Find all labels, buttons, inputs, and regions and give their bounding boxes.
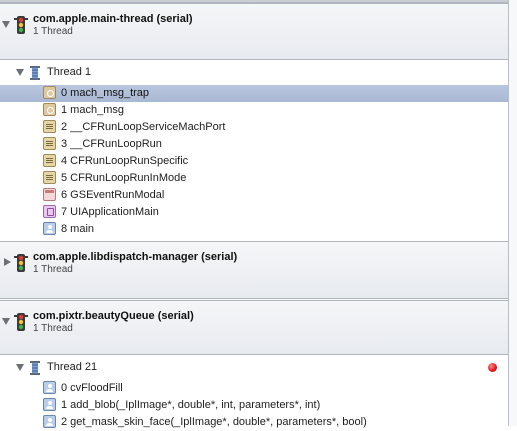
stack-frame-row[interactable]: 6 GSEventRunModal (0, 187, 509, 204)
queue-title: com.apple.main-thread (serial) (33, 13, 193, 25)
scrollbar-track[interactable] (508, 0, 517, 426)
thread-row[interactable]: Thread 1 (0, 62, 509, 84)
traffic-light-icon (14, 313, 28, 331)
stack-frame-label: 7 UIApplicationMain (61, 206, 159, 218)
stack-frame-row[interactable]: 0 cvFloodFill (0, 380, 509, 397)
thread-label: Thread 21 (47, 361, 98, 373)
stack-frame-label: 2 get_mask_skin_face(_IplImage*, double*… (61, 416, 367, 428)
stack-frame-label: 6 GSEventRunModal (61, 189, 165, 201)
list-icon (43, 120, 56, 133)
thread-row[interactable]: Thread 21 (0, 357, 509, 379)
stack-frame-label: 1 mach_msg (61, 104, 124, 116)
stack-frame-label: 8 main (61, 223, 95, 235)
traffic-light-icon (14, 16, 28, 34)
breakpoint-indicator-icon (488, 363, 497, 372)
disclosure-triangle-collapsed-icon[interactable] (4, 258, 11, 266)
stack-frame-row[interactable]: 5 CFRunLoopRunInMode (0, 170, 509, 187)
stack-frame-row[interactable]: 3 __CFRunLoopRun (0, 136, 509, 153)
stack-frame-row[interactable]: 8 main (0, 221, 509, 238)
disclosure-triangle-expanded-icon[interactable] (16, 69, 24, 76)
thread-label: Thread 1 (47, 66, 92, 78)
thread-spool-icon (30, 361, 40, 375)
user-icon (43, 398, 56, 411)
stack-frame-label: 2 __CFRunLoopServiceMachPort (61, 121, 226, 133)
stack-frame-label: 1 add_blob(_IplImage*, double*, int, par… (61, 399, 321, 411)
queue-thread-count: 1 Thread (33, 264, 73, 275)
stack-frame-label: 0 mach_msg_trap (61, 87, 150, 99)
stack-frame-row[interactable]: 7 UIApplicationMain (0, 204, 509, 221)
stack-frame-row[interactable]: 4 CFRunLoopRunSpecific (0, 153, 509, 170)
thread-spool-icon (30, 66, 40, 80)
stack-frame-row[interactable]: 2 get_mask_skin_face(_IplImage*, double*… (0, 414, 509, 431)
user-icon (43, 222, 56, 235)
queue-thread-count: 1 Thread (33, 26, 73, 37)
queue-title: com.apple.libdispatch-manager (serial) (33, 251, 238, 263)
list-icon (43, 154, 56, 167)
user-icon (43, 381, 56, 394)
stack-frame-label: 5 CFRunLoopRunInMode (61, 172, 187, 184)
stack-frame-label: 4 CFRunLoopRunSpecific (61, 155, 189, 167)
queue-header-beautyqueue[interactable]: com.pixtr.beautyQueue (serial) 1 Thread (0, 300, 509, 355)
stack-frame-label: 3 __CFRunLoopRun (61, 138, 162, 150)
list-icon (43, 137, 56, 150)
gear-icon (43, 86, 56, 99)
stack-frame-label: 0 cvFloodFill (61, 382, 123, 394)
disclosure-triangle-expanded-icon[interactable] (2, 21, 10, 28)
queue-header-main-thread[interactable]: com.apple.main-thread (serial) 1 Thread (0, 3, 509, 60)
user-icon (43, 415, 56, 428)
disclosure-triangle-expanded-icon[interactable] (16, 364, 24, 371)
disclosure-triangle-expanded-icon[interactable] (2, 318, 10, 325)
stack-frame-row[interactable]: 2 __CFRunLoopServiceMachPort (0, 119, 509, 136)
list-icon (43, 171, 56, 184)
stack-frame-row[interactable]: 1 mach_msg (0, 102, 509, 119)
gear-icon (43, 103, 56, 116)
queue-thread-count: 1 Thread (33, 323, 73, 334)
stack-frame-row[interactable]: 0 mach_msg_trap (0, 85, 509, 102)
app-icon (43, 205, 56, 218)
traffic-light-icon (14, 254, 28, 272)
event-icon (43, 188, 56, 201)
queue-title: com.pixtr.beautyQueue (serial) (33, 310, 194, 322)
queue-header-libdispatch-manager[interactable]: com.apple.libdispatch-manager (serial) 1… (0, 241, 509, 299)
stack-frame-row[interactable]: 1 add_blob(_IplImage*, double*, int, par… (0, 397, 509, 414)
